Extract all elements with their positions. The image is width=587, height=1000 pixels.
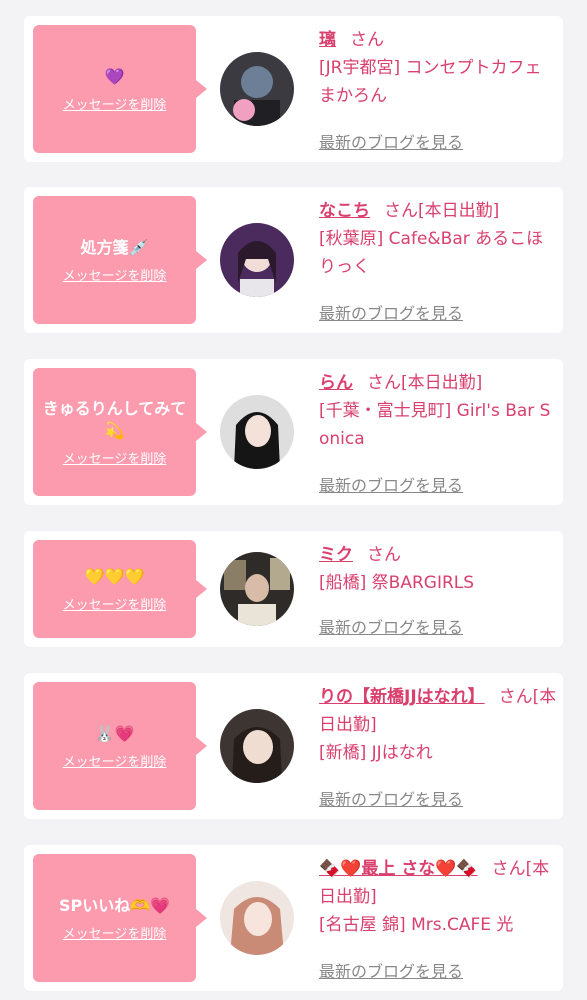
list-item: 💜 メッセージを削除 璃さん [JR宇都宮] コンセプトカフェ まかろん 最新の… — [24, 16, 563, 162]
list-item: SPいいね🫶💗 メッセージを削除 🍫❤️最上 さな❤️🍫 さん[本日出勤] [名古… — [24, 845, 563, 991]
latest-blog-link[interactable]: 最新のブログを見る — [319, 300, 463, 324]
cast-name-link[interactable]: 🍫❤️最上 さな❤️🍫 — [319, 859, 478, 879]
cast-name-link[interactable]: ミク — [319, 545, 353, 565]
honorific: さん — [350, 30, 384, 50]
message-bubble: 💜 メッセージを削除 — [33, 25, 207, 153]
message-bubble: 🐰💗 メッセージを削除 — [33, 682, 207, 810]
avatar[interactable] — [220, 709, 294, 783]
message-bubble: きゅるりんしてみて💫 メッセージを削除 — [33, 368, 207, 496]
list-item: 🐰💗 メッセージを削除 りの【新橋JJはなれ】 さん[本日出勤] [新橋] JJは… — [24, 673, 563, 819]
message-text: 🐰💗 — [94, 723, 135, 743]
item-info: らん さん[本日出勤] [千葉・富士見町] Girl's Bar Sonica — [319, 369, 557, 453]
message-text: きゅるりんしてみて💫 — [42, 398, 187, 440]
avatar[interactable] — [220, 223, 294, 297]
cast-name-link[interactable]: なこち — [319, 201, 370, 221]
cast-name-link[interactable]: らん — [319, 373, 353, 393]
shop-name: [新橋] JJはなれ — [319, 743, 433, 763]
delete-message-link[interactable]: メッセージを削除 — [63, 923, 167, 942]
list-item: 💛💛💛 メッセージを削除 ミク さん [船橋] 祭BARGIRLS 最新のブログを… — [24, 531, 563, 647]
today-badge: [本日出勤] — [401, 373, 483, 393]
honorific: さん — [384, 201, 418, 221]
honorific: さん — [367, 545, 401, 565]
item-info: なこち さん[本日出勤] [秋葉原] Cafe&Bar あるこほりっく — [319, 197, 557, 281]
message-bubble: 処方箋💉 メッセージを削除 — [33, 196, 207, 324]
shop-name: [船橋] 祭BARGIRLS — [319, 573, 475, 593]
message-text: 処方箋💉 — [80, 237, 149, 257]
item-info: 璃さん [JR宇都宮] コンセプトカフェ まかろん — [319, 26, 557, 110]
item-info: りの【新橋JJはなれ】 さん[本日出勤] [新橋] JJはなれ — [319, 683, 557, 767]
avatar[interactable] — [220, 52, 294, 126]
cast-name-link[interactable]: 璃 — [319, 30, 336, 50]
delete-message-link[interactable]: メッセージを削除 — [63, 448, 167, 467]
cast-name-link[interactable]: りの【新橋JJはなれ】 — [319, 687, 485, 707]
honorific: さん — [367, 373, 401, 393]
message-text: 💛💛💛 — [84, 566, 145, 586]
delete-message-link[interactable]: メッセージを削除 — [63, 751, 167, 770]
shop-name: [秋葉原] Cafe&Bar あるこほりっく — [319, 229, 544, 277]
shop-name: [千葉・富士見町] Girl's Bar Sonica — [319, 401, 551, 449]
latest-blog-link[interactable]: 最新のブログを見る — [319, 786, 463, 810]
delete-message-link[interactable]: メッセージを削除 — [63, 94, 167, 113]
latest-blog-link[interactable]: 最新のブログを見る — [319, 958, 463, 982]
message-bubble: 💛💛💛 メッセージを削除 — [33, 540, 207, 638]
message-list: 💜 メッセージを削除 璃さん [JR宇都宮] コンセプトカフェ まかろん 最新の… — [0, 0, 587, 1000]
list-item: きゅるりんしてみて💫 メッセージを削除 らん さん[本日出勤] [千葉・富士見町]… — [24, 359, 563, 505]
message-text: SPいいね🫶💗 — [58, 895, 171, 915]
latest-blog-link[interactable]: 最新のブログを見る — [319, 472, 463, 496]
list-item: 処方箋💉 メッセージを削除 なこち さん[本日出勤] [秋葉原] Cafe&Bar… — [24, 187, 563, 333]
item-info: 🍫❤️最上 さな❤️🍫 さん[本日出勤] [名古屋 錦] Mrs.CAFE 光 — [319, 855, 557, 939]
honorific: さん — [498, 687, 533, 707]
honorific: さん — [491, 859, 526, 879]
avatar[interactable] — [220, 395, 294, 469]
message-bubble: SPいいね🫶💗 メッセージを削除 — [33, 854, 207, 982]
item-info: ミク さん [船橋] 祭BARGIRLS — [319, 541, 557, 597]
delete-message-link[interactable]: メッセージを削除 — [63, 594, 167, 613]
today-badge: [本日出勤] — [418, 201, 500, 221]
latest-blog-link[interactable]: 最新のブログを見る — [319, 614, 463, 638]
avatar[interactable] — [220, 552, 294, 626]
avatar[interactable] — [220, 881, 294, 955]
shop-name: [JR宇都宮] コンセプトカフェ まかろん — [319, 58, 542, 106]
shop-name: [名古屋 錦] Mrs.CAFE 光 — [319, 915, 514, 935]
latest-blog-link[interactable]: 最新のブログを見る — [319, 129, 463, 153]
delete-message-link[interactable]: メッセージを削除 — [63, 265, 167, 284]
message-text: 💜 — [104, 66, 125, 86]
